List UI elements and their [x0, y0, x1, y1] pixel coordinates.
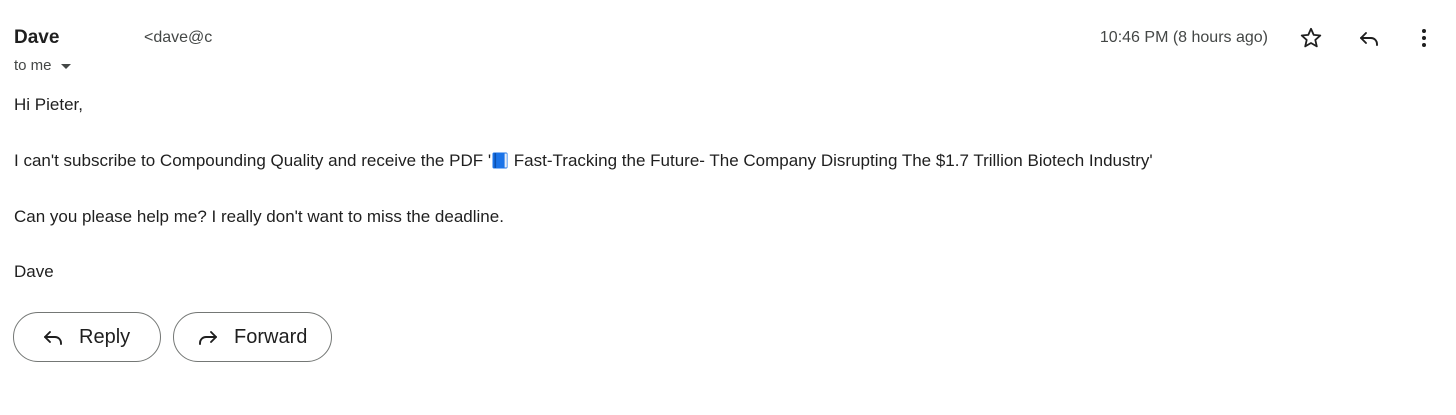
blue-book-icon [492, 152, 508, 169]
forward-button[interactable]: Forward [173, 312, 332, 362]
message-main-line: I can't subscribe to Compounding Quality… [14, 151, 1153, 171]
message-text-after-emoji: Fast-Tracking the Future- The Company Di… [509, 151, 1153, 170]
forward-arrow-icon [196, 325, 220, 349]
message-text-before-emoji: I can't subscribe to Compounding Quality… [14, 151, 492, 170]
reply-button[interactable]: Reply [13, 312, 161, 362]
reply-button-label: Reply [79, 325, 131, 348]
more-vertical-icon [1422, 29, 1426, 47]
message-request: Can you please help me? I really don't w… [14, 207, 504, 226]
reply-arrow-icon [41, 325, 65, 349]
message-timestamp: 10:46 PM (8 hours ago) [1099, 29, 1268, 46]
message-greeting: Hi Pieter, [14, 95, 83, 114]
forward-button-label: Forward [234, 325, 308, 348]
sender-email[interactable]: <dave@c [144, 29, 220, 47]
recipient-label: to me [14, 57, 52, 74]
reply-arrow-icon [1360, 32, 1378, 46]
star-outline-icon [1300, 27, 1322, 48]
message-signoff: Dave [14, 262, 54, 281]
caret-down-icon[interactable] [60, 63, 71, 69]
recipient-details-toggle[interactable]: to me [14, 57, 71, 74]
star-button[interactable] [1295, 22, 1327, 54]
more-options-button[interactable] [1408, 22, 1440, 54]
message-header: Dave <dave@c to me 10:46 PM (8 hours ago… [0, 0, 1456, 90]
reply-header-button[interactable] [1353, 22, 1385, 54]
sender-name[interactable]: Dave [14, 27, 59, 49]
